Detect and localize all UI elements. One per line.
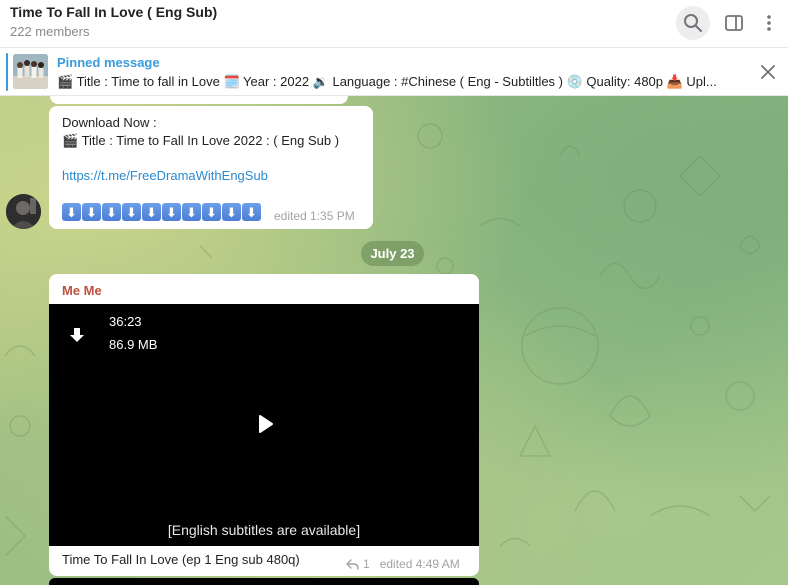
download-icon[interactable]: [68, 327, 86, 345]
sender-name[interactable]: Me Me: [62, 283, 102, 298]
more-vertical-icon: [767, 15, 771, 31]
search-button[interactable]: [676, 6, 710, 40]
next-message-bubble: [49, 578, 479, 585]
avatar[interactable]: [6, 194, 41, 229]
video-message-bubble[interactable]: Me Me 36:23 86.9 MB [English subtitles a…: [49, 274, 479, 576]
close-pinned-button[interactable]: [757, 61, 779, 83]
down-arrow-icon: ⬇: [142, 203, 161, 221]
down-arrow-icon: ⬇: [82, 203, 101, 221]
reply-icon[interactable]: [346, 558, 359, 570]
video-player[interactable]: 36:23 86.9 MB [English subtitles are ava…: [49, 304, 479, 546]
message-meta: 1 edited 4:49 AM: [346, 557, 460, 571]
message-text: Download Now :: [62, 115, 157, 130]
down-arrow-icon: ⬇: [102, 203, 121, 221]
down-arrow-icon: ⬇: [202, 203, 221, 221]
sidebar-toggle-button[interactable]: [717, 6, 751, 40]
previous-message-bubble: [50, 96, 348, 104]
video-duration: 36:23: [109, 314, 142, 329]
more-options-button[interactable]: [752, 6, 786, 40]
down-arrow-icon: ⬇: [242, 203, 261, 221]
pinned-message-bar[interactable]: Pinned message 🎬 Title : Time to fall in…: [0, 48, 788, 96]
pinned-text: 🎬 Title : Time to fall in Love 🗓️ Year :…: [57, 74, 717, 89]
down-arrow-icon: ⬇: [222, 203, 241, 221]
down-arrow-icon: ⬇: [62, 203, 81, 221]
video-size: 86.9 MB: [109, 337, 158, 352]
pinned-indicator: [6, 53, 8, 91]
message-time: edited 4:49 AM: [379, 557, 460, 571]
date-separator: July 23: [361, 241, 424, 266]
chat-title[interactable]: Time To Fall In Love ( Eng Sub): [10, 4, 217, 20]
down-arrow-icon: ⬇: [162, 203, 181, 221]
arrow-emoji-row: ⬇ ⬇ ⬇ ⬇ ⬇ ⬇ ⬇ ⬇ ⬇ ⬇: [62, 203, 261, 221]
chat-header: Time To Fall In Love ( Eng Sub) 222 memb…: [0, 0, 788, 48]
member-count: 222 members: [10, 24, 90, 39]
video-caption: Time To Fall In Love (ep 1 Eng sub 480q): [62, 552, 300, 567]
search-icon: [684, 14, 702, 32]
pinned-label: Pinned message: [57, 55, 160, 70]
down-arrow-icon: ⬇: [182, 203, 201, 221]
sidebar-toggle-icon: [725, 15, 743, 31]
message-link[interactable]: https://t.me/FreeDramaWithEngSub: [62, 168, 268, 183]
reply-count[interactable]: 1: [363, 557, 370, 571]
close-icon: [761, 65, 775, 79]
pinned-thumbnail: [13, 54, 48, 89]
message-time: edited 1:35 PM: [274, 209, 355, 223]
subtitle-overlay: [English subtitles are available]: [167, 522, 361, 538]
down-arrow-icon: ⬇: [122, 203, 141, 221]
message-text: 🎬 Title : Time to Fall In Love 2022 : ( …: [62, 133, 340, 148]
message-bubble[interactable]: Download Now : 🎬 Title : Time to Fall In…: [49, 106, 373, 229]
play-icon[interactable]: [254, 413, 276, 435]
